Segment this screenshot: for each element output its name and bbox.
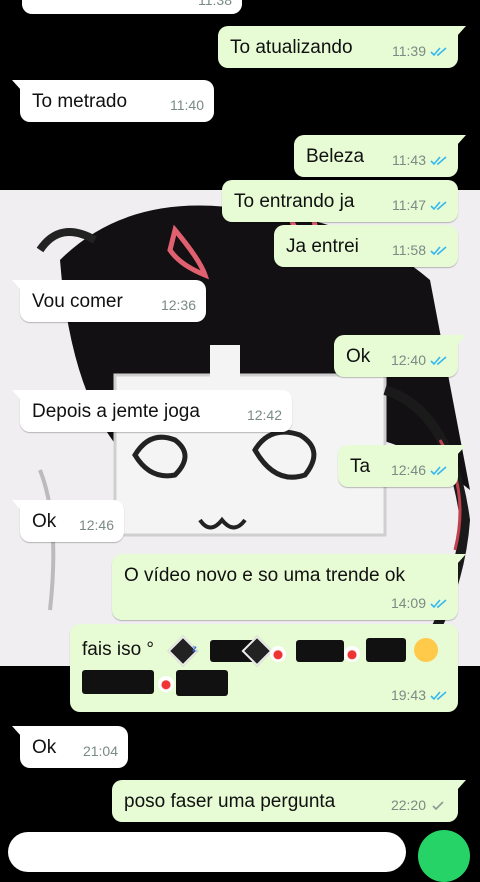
send-button[interactable] [418, 830, 470, 882]
message-bubble-incoming[interactable]: Ok 21:04 [12, 726, 128, 768]
message-bubble-outgoing[interactable]: Ja entrei 11:58 [274, 225, 458, 267]
message-text: Ok [346, 346, 371, 367]
redacted-block [82, 670, 154, 694]
message-text: To metrado [32, 91, 128, 112]
double-check-icon [430, 155, 447, 165]
message-bubble-outgoing[interactable]: O vídeo novo e so uma trende ok 14:09 [112, 554, 466, 620]
clown-emoji-icon [158, 676, 174, 692]
message-bubble-outgoing[interactable]: Ta 12:46 [338, 445, 466, 487]
message-input-bar[interactable] [8, 832, 406, 872]
message-text: Vou comer [32, 291, 123, 312]
partial-message-bubble[interactable]: 11:38 [22, 0, 242, 14]
message-text: Ja entrei [286, 236, 359, 257]
message-text: poso faser uma pergunta [124, 791, 336, 812]
message-bubble-outgoing[interactable]: fais iso ° ᶻ 19:43 [70, 624, 458, 712]
message-time: 12:36 [160, 297, 196, 313]
message-text: Ta [350, 456, 371, 477]
message-text: Ok [32, 737, 57, 758]
message-bubble-incoming[interactable]: Depois a jemte joga 12:42 [12, 390, 292, 432]
message-time: 12:40 [390, 352, 426, 368]
single-check-icon [432, 800, 444, 810]
message-bubble-outgoing[interactable]: To atualizando 11:39 [218, 26, 466, 68]
message-time: 11:43 [392, 152, 426, 168]
message-text: Depois a jemte joga [32, 401, 200, 422]
message-text: To entrando ja [234, 191, 355, 212]
message-text: O vídeo novo e so uma trende ok [124, 565, 405, 586]
message-time: 11:39 [392, 43, 426, 59]
double-check-icon [430, 355, 447, 365]
message-bubble-outgoing[interactable]: poso faser uma pergunta 22:20 [112, 780, 466, 822]
message-time: 11:38 [198, 0, 232, 8]
message-text: Beleza [306, 146, 365, 167]
redacted-block [366, 638, 406, 662]
message-bubble-incoming[interactable]: Vou comer 12:36 [12, 280, 206, 322]
message-text: fais iso ° [82, 639, 155, 660]
double-check-icon [430, 465, 447, 475]
double-check-icon [430, 46, 447, 56]
message-bubble-incoming[interactable]: Ok 12:46 [12, 500, 124, 542]
message-text: Ok [32, 511, 57, 532]
message-text: To atualizando [230, 37, 353, 58]
message-bubble-outgoing[interactable]: Ok 12:40 [334, 335, 466, 377]
double-check-icon [430, 598, 447, 608]
pleading-face-emoji-icon [414, 638, 438, 662]
message-time: 11:40 [170, 97, 204, 113]
message-bubble-outgoing[interactable]: Beleza 11:43 [294, 135, 466, 177]
message-bubble-outgoing[interactable]: To entrando ja 11:47 [222, 180, 458, 222]
message-time: 12:46 [78, 517, 114, 533]
message-time: 12:46 [390, 462, 426, 478]
message-bubble-incoming[interactable]: To metrado 11:40 [12, 80, 214, 122]
clown-emoji-icon [270, 646, 286, 662]
message-time: 12:42 [246, 407, 282, 423]
double-check-icon [430, 200, 447, 210]
message-time: 11:58 [392, 242, 426, 258]
message-time: 11:47 [392, 197, 426, 213]
message-time: 14:09 [390, 595, 426, 611]
clown-emoji-icon [344, 646, 360, 662]
double-check-icon [430, 245, 447, 255]
redacted-block [296, 640, 344, 662]
double-check-icon [430, 690, 447, 700]
redacted-block [176, 670, 228, 696]
message-time: 22:20 [390, 797, 426, 813]
message-time: 21:04 [82, 743, 118, 759]
message-time: 19:43 [390, 687, 426, 703]
